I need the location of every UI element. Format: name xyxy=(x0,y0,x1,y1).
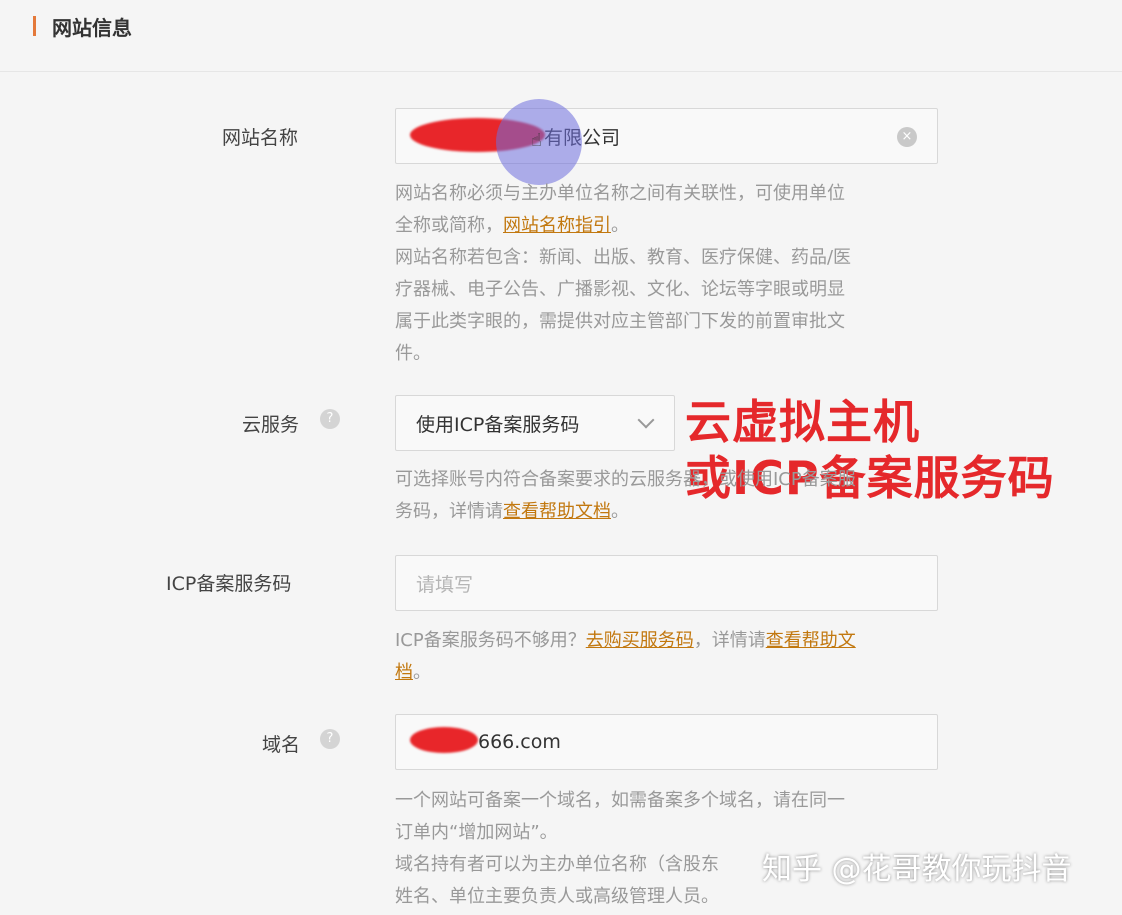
website-info-form: 网站信息 网站名称 有限公司 × ☝ 网站名称必须与主办单位名称之间有关联性，可… xyxy=(0,0,1122,915)
cloud-service-help-link[interactable]: 查看帮助文档 xyxy=(503,501,611,522)
cloud-service-selected: 使用ICP备案服务码 xyxy=(416,413,580,436)
site-name-help: 网站名称必须与主办单位名称之间有关联性，可使用单位 全称或简称，网站名称指引。 … xyxy=(395,183,852,364)
icp-help-doc-link[interactable]: 查看帮助文 xyxy=(766,630,856,651)
icp-code-label: ICP备案服务码 xyxy=(166,573,292,595)
site-name-label: 网站名称 xyxy=(222,127,299,149)
icp-help-doc-link-cont[interactable]: 档 xyxy=(395,662,413,683)
icp-code-placeholder: 请填写 xyxy=(416,573,474,596)
cloud-service-help: 可选择账号内符合备案要求的云服务器，或使用ICP备案服 务码，详情请查看帮助文档… xyxy=(395,469,856,522)
annotation-line-1: 云虚拟主机 xyxy=(685,395,920,449)
icp-code-input[interactable]: 请填写 xyxy=(395,555,938,611)
cloud-service-label: 云服务 xyxy=(242,414,300,436)
section-title: 网站信息 xyxy=(52,16,132,40)
cloud-service-select[interactable]: 使用ICP备案服务码 xyxy=(395,395,675,451)
watermark: 知乎 @花哥教你玩抖音 xyxy=(762,852,1072,887)
question-circle-icon[interactable]: ? xyxy=(320,409,340,429)
section-header: 网站信息 xyxy=(0,0,1122,72)
clear-circle-icon[interactable]: × xyxy=(897,127,917,147)
chevron-down-icon xyxy=(637,411,655,429)
redaction-mark xyxy=(410,727,478,753)
section-accent-bar xyxy=(33,16,36,36)
domain-label: 域名 xyxy=(262,734,301,756)
question-circle-icon[interactable]: ? xyxy=(320,729,340,749)
icp-code-help: ICP备案服务码不够用？去购买服务码，详情请查看帮助文 档。 xyxy=(395,630,856,683)
site-name-guide-link[interactable]: 网站名称指引 xyxy=(503,215,611,236)
buy-service-code-link[interactable]: 去购买服务码 xyxy=(586,630,694,651)
hand-pointer-icon: ☝ xyxy=(531,130,542,151)
domain-value: 666.com xyxy=(478,731,561,753)
